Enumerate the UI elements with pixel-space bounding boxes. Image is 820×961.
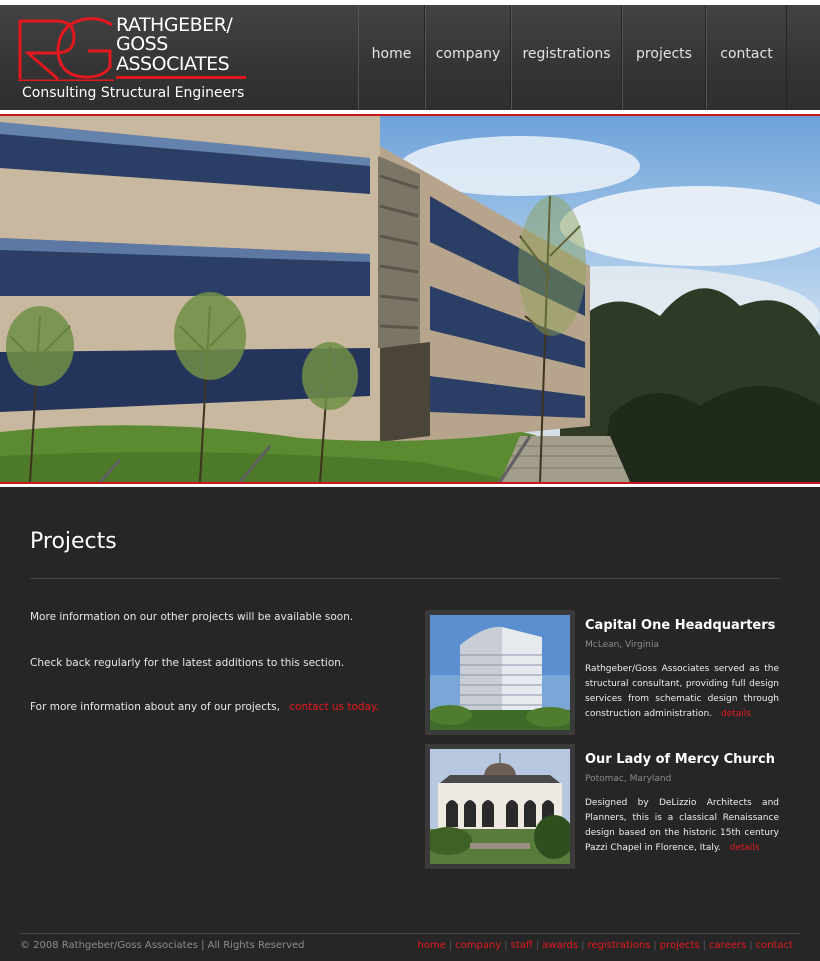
footer-separator: | [535,940,540,951]
footer-link-registrations[interactable]: registrations [587,940,650,951]
main-navigation: home company registrations projects cont… [358,5,787,110]
project-description: Rathgeber/Goss Associates served as the … [585,662,779,722]
footer-separator: | [448,940,453,951]
project-location: McLean, Virginia [585,640,659,650]
nav-registrations[interactable]: registrations [511,5,622,110]
project-details-link[interactable]: details [721,709,751,719]
hero-image-office-building [0,116,820,482]
nav-contact[interactable]: contact [706,5,787,110]
project-thumbnail-frame[interactable] [425,610,575,735]
rg-monogram-icon [18,17,114,81]
project-description: Designed by DeLizzio Architects and Plan… [585,796,779,856]
contact-us-link[interactable]: contact us today. [289,701,379,713]
footer-separator: | [702,940,707,951]
footer-link-contact[interactable]: contact [756,940,793,951]
footer-navigation: home | company | staff | awards | registrations |… [417,940,793,951]
footer-separator: | [504,940,508,951]
project-details-link[interactable]: details [730,843,760,853]
footer-link-home[interactable]: home [417,940,445,951]
footer-divider [20,933,800,934]
nav-home[interactable]: home [358,5,425,110]
logo-text-line-3: ASSOCIATES [116,53,230,75]
logo-underline [116,76,246,79]
footer-separator: | [653,940,657,951]
intro-text-2: Check back regularly for the latest addi… [30,657,345,669]
capital-one-building-photo [430,615,570,730]
footer-link-company[interactable]: company [455,940,501,951]
intro-text-1: More information on our other projects w… [30,611,354,623]
hero-bottom-border [0,482,820,484]
footer-separator: | [749,940,753,951]
project-name: Our Lady of Mercy Church [585,752,776,767]
logo-tagline: Consulting Structural Engineers [22,85,245,101]
footer-link-projects[interactable]: projects [660,940,700,951]
intro-text-3: For more information about any of our pr… [30,701,379,713]
project-name: Capital One Headquarters [585,618,776,633]
intro-text-3-label: For more information about any of our pr… [30,701,280,713]
project-thumbnail-frame[interactable] [425,744,575,869]
title-divider [30,578,780,579]
main-content: Projects More information on our other p… [0,487,820,961]
logo-text-line-2: GOSS [116,33,168,55]
footer-link-careers[interactable]: careers [709,940,746,951]
footer-separator: | [581,940,585,951]
logo-text-line-1: RATHGEBER/ [116,14,233,36]
church-photo [430,749,570,864]
project-location: Potomac, Maryland [585,774,672,784]
footer-link-awards[interactable]: awards [542,940,578,951]
nav-projects[interactable]: projects [622,5,706,110]
site-header: RATHGEBER/ GOSS ASSOCIATES Consulting St… [0,5,820,110]
copyright-notice: © 2008 Rathgeber/Goss Associates | All R… [20,940,305,951]
page-title: Projects [30,529,117,554]
office-building-illustration [0,116,820,482]
company-logo[interactable]: RATHGEBER/ GOSS ASSOCIATES Consulting St… [16,15,256,107]
nav-company[interactable]: company [425,5,511,110]
footer-link-staff[interactable]: staff [511,940,533,951]
